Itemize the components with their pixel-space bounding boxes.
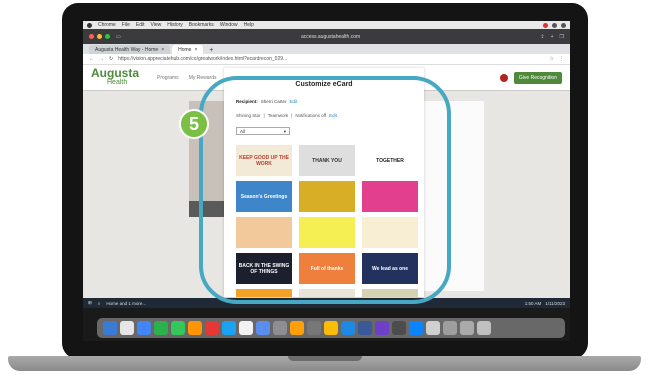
dock-app-icon[interactable] <box>324 321 338 335</box>
dock-app-icon[interactable] <box>222 321 236 335</box>
taskbar-item[interactable]: Home and 1 more... <box>106 301 146 306</box>
dock-app-icon[interactable] <box>120 321 134 335</box>
menu-edit[interactable]: Edit <box>136 22 145 28</box>
search-icon[interactable]: ⌕ <box>98 301 101 306</box>
taskbar-date[interactable]: 1/11/2023 <box>545 301 565 306</box>
taskbar-tray: 1:50 AM 1/11/2023 <box>525 301 565 306</box>
dock-app-icon[interactable] <box>290 321 304 335</box>
new-tab-button[interactable]: + <box>205 47 217 54</box>
taskbar-time[interactable]: 1:50 AM <box>525 301 542 306</box>
dock-app-icon[interactable] <box>409 321 423 335</box>
dock-app-icon[interactable] <box>103 321 117 335</box>
laptop-notch <box>288 356 362 361</box>
menu-window[interactable]: Window <box>220 22 238 28</box>
sidebar-icon[interactable]: ▭ <box>116 34 121 40</box>
forward-icon[interactable]: → <box>99 56 104 62</box>
dock-app-icon[interactable] <box>358 321 372 335</box>
menu-chrome[interactable]: Chrome <box>98 22 116 28</box>
dock-app-icon[interactable] <box>171 321 185 335</box>
close-icon[interactable]: × <box>161 47 164 53</box>
dock-app-icon[interactable] <box>273 321 287 335</box>
highlight-ring <box>199 76 451 304</box>
windows-start-icon[interactable]: ⊞ <box>88 300 92 306</box>
menu-file[interactable]: File <box>122 22 130 28</box>
menu-view[interactable]: View <box>150 22 161 28</box>
new-tab-icon[interactable]: + <box>551 34 554 40</box>
dock-app-icon[interactable] <box>137 321 151 335</box>
tab-home[interactable]: Home × <box>172 45 204 54</box>
url-input[interactable]: https://vision.appreciatehub.com/co/grea… <box>118 56 544 62</box>
dock-app-icon[interactable] <box>205 321 219 335</box>
dock-app-icon[interactable] <box>341 321 355 335</box>
header-actions: Give Recognition <box>499 71 562 84</box>
tab-augusta-health-way[interactable]: Augusta Health Way - Home × <box>89 45 171 54</box>
tabs-overview-icon[interactable]: ❐ <box>560 34 564 40</box>
reload-icon[interactable]: ↻ <box>109 56 113 62</box>
dock-app-icon[interactable] <box>239 321 253 335</box>
window-controls <box>89 34 110 39</box>
nav-my-rewards[interactable]: My Rewards <box>189 75 217 81</box>
nav-programs[interactable]: Programs <box>157 75 179 81</box>
screenshot-stage: Chrome File Edit View History Bookmarks … <box>0 0 649 375</box>
dock-app-icon[interactable] <box>426 321 440 335</box>
extensions-icon[interactable]: ⋮ <box>559 56 564 62</box>
safari-toolbar: ▭ access.augustahealth.com ⇪ + ❐ <box>83 29 570 44</box>
augusta-health-logo[interactable]: Augusta Health <box>91 67 139 87</box>
safari-url[interactable]: access.augustahealth.com <box>301 34 360 40</box>
wifi-icon[interactable] <box>552 22 557 28</box>
mac-dock <box>97 318 565 338</box>
battery-icon[interactable] <box>561 22 566 28</box>
mac-menubar: Chrome File Edit View History Bookmarks … <box>83 21 570 29</box>
dock-app-icon[interactable] <box>443 321 457 335</box>
dock-app-icon[interactable] <box>307 321 321 335</box>
avatar[interactable] <box>499 73 508 82</box>
minimize-window-icon[interactable] <box>97 34 102 39</box>
app-nav: Programs My Rewards <box>157 75 216 81</box>
tab-label: Home <box>178 46 192 53</box>
back-icon[interactable]: ← <box>89 56 94 62</box>
step-badge: 5 <box>179 109 209 139</box>
address-bar: ← → ↻ https://vision.appreciatehub.com/c… <box>83 54 570 65</box>
close-icon[interactable]: × <box>194 47 197 53</box>
share-icon[interactable]: ⇪ <box>540 34 544 40</box>
dock-app-icon[interactable] <box>188 321 202 335</box>
status-icon[interactable] <box>543 22 548 28</box>
close-window-icon[interactable] <box>89 34 94 39</box>
menu-history[interactable]: History <box>167 22 183 28</box>
give-recognition-button[interactable]: Give Recognition <box>513 71 562 84</box>
menubar-status-icons <box>543 22 566 28</box>
safari-actions: ⇪ + ❐ <box>540 34 564 40</box>
maximize-window-icon[interactable] <box>105 34 110 39</box>
tab-label: Augusta Health Way - Home <box>95 46 159 53</box>
dock-app-icon[interactable] <box>477 321 491 335</box>
browser-tab-strip: Augusta Health Way - Home × Home × + <box>83 44 570 54</box>
dock-app-icon[interactable] <box>154 321 168 335</box>
dock-app-icon[interactable] <box>460 321 474 335</box>
dock-app-icon[interactable] <box>375 321 389 335</box>
menu-help[interactable]: Help <box>244 22 254 28</box>
star-icon[interactable]: ☆ <box>550 56 554 62</box>
apple-icon[interactable] <box>87 22 92 28</box>
dock-app-icon[interactable] <box>256 321 270 335</box>
menu-bookmarks[interactable]: Bookmarks <box>189 22 214 28</box>
dock-app-icon[interactable] <box>392 321 406 335</box>
